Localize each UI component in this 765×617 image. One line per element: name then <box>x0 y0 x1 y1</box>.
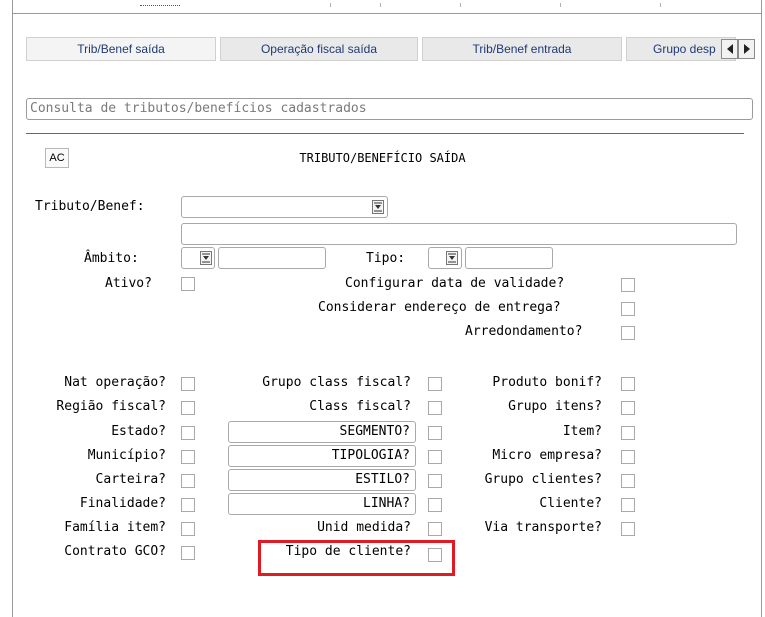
top-tick <box>460 3 461 7</box>
item-checkbox[interactable] <box>621 426 635 440</box>
tributo-select[interactable] <box>181 196 388 218</box>
dropdown-arrow-icon <box>374 202 382 212</box>
cliente-label: Cliente? <box>539 496 602 511</box>
tab-trib-benef-saida[interactable]: Trib/Benef saída <box>26 37 216 61</box>
tipo-description-field[interactable] <box>465 247 553 269</box>
form-title: TRIBUTO/BENEFÍCIO SAÍDA <box>299 151 466 165</box>
ambito-description-field[interactable] <box>218 247 326 269</box>
dropdown-arrow-icon <box>202 253 210 263</box>
ativo-label: Ativo? <box>105 276 152 291</box>
unid-medida-label: Unid medida? <box>317 520 411 535</box>
arredondamento-checkbox[interactable] <box>621 326 635 340</box>
tipologia-field[interactable]: TIPOLOGIA? <box>228 445 416 467</box>
contrato-gco-label: Contrato GCO? <box>64 544 166 559</box>
arredondamento-label: Arredondamento? <box>465 324 583 339</box>
tipo-dropdown-button[interactable] <box>446 251 458 265</box>
dropdown-arrow-icon <box>448 253 456 263</box>
search-input[interactable]: Consulta de tributos/benefícios cadastra… <box>26 98 753 120</box>
tipologia-checkbox[interactable] <box>428 450 442 464</box>
top-tick <box>380 3 381 7</box>
nat-operacao-checkbox[interactable] <box>181 377 195 391</box>
estilo-checkbox[interactable] <box>428 474 442 488</box>
class-fiscal-label: Class fiscal? <box>309 399 411 414</box>
grupo-itens-checkbox[interactable] <box>621 401 635 415</box>
top-divider <box>12 13 762 14</box>
considerar-endereco-label: Considerar endereço de entrega? <box>318 300 561 315</box>
highlight-box <box>258 540 455 576</box>
grupo-class-fiscal-checkbox[interactable] <box>428 377 442 391</box>
tab-trib-benef-entrada[interactable]: Trib/Benef entrada <box>422 37 622 61</box>
carteira-label: Carteira? <box>95 472 166 487</box>
grupo-itens-label: Grupo itens? <box>508 399 602 414</box>
cliente-checkbox[interactable] <box>621 498 635 512</box>
carteira-checkbox[interactable] <box>181 474 195 488</box>
estado-checkbox[interactable] <box>181 426 195 440</box>
tab-scroll-left-button[interactable] <box>721 39 738 59</box>
tributo-description-field[interactable] <box>181 223 737 245</box>
unid-medida-checkbox[interactable] <box>428 522 442 536</box>
tipo-label: Tipo: <box>366 251 406 266</box>
configurar-validade-checkbox[interactable] <box>621 278 635 292</box>
estado-label: Estado? <box>111 424 166 439</box>
top-tick <box>660 3 661 7</box>
top-dotted-line <box>140 5 180 6</box>
grupo-clientes-label: Grupo clientes? <box>484 472 602 487</box>
linha-field[interactable]: LINHA? <box>228 493 416 515</box>
configurar-validade-label: Configurar data de validade? <box>345 276 565 291</box>
ambito-label: Âmbito: <box>84 251 139 266</box>
arrow-right-icon <box>743 44 750 54</box>
considerar-endereco-checkbox[interactable] <box>621 302 635 316</box>
segmento-field[interactable]: SEGMENTO? <box>228 421 416 443</box>
familia-item-checkbox[interactable] <box>181 522 195 536</box>
finalidade-label: Finalidade? <box>79 496 166 511</box>
item-label: Item? <box>562 424 602 439</box>
segmento-checkbox[interactable] <box>428 426 442 440</box>
grupo-clientes-checkbox[interactable] <box>621 474 635 488</box>
via-transporte-checkbox[interactable] <box>621 522 635 536</box>
produto-bonif-checkbox[interactable] <box>621 377 635 391</box>
familia-item-label: Família item? <box>64 520 166 535</box>
top-tick <box>560 3 561 7</box>
class-fiscal-checkbox[interactable] <box>428 401 442 415</box>
estilo-field[interactable]: ESTILO? <box>228 469 416 491</box>
municipio-label: Município? <box>87 448 166 463</box>
micro-empresa-checkbox[interactable] <box>621 450 635 464</box>
municipio-checkbox[interactable] <box>181 450 195 464</box>
contrato-gco-checkbox[interactable] <box>181 546 195 560</box>
produto-bonif-label: Produto bonif? <box>492 375 602 390</box>
top-tick <box>330 3 331 7</box>
grupo-class-fiscal-label: Grupo class fiscal? <box>262 375 411 390</box>
linha-checkbox[interactable] <box>428 498 442 512</box>
tab-grupo-desp[interactable]: Grupo desp <box>626 37 736 61</box>
micro-empresa-label: Micro empresa? <box>492 448 602 463</box>
ativo-checkbox[interactable] <box>181 277 195 291</box>
tributo-dropdown-button[interactable] <box>372 200 384 214</box>
tributo-label: Tributo/Benef: <box>35 199 145 214</box>
tab-scroll-right-button[interactable] <box>738 39 755 59</box>
ambito-dropdown-button[interactable] <box>200 251 212 265</box>
arrow-left-icon <box>726 44 733 54</box>
tab-operacao-fiscal-saida[interactable]: Operação fiscal saída <box>220 37 418 61</box>
finalidade-checkbox[interactable] <box>181 498 195 512</box>
regiao-fiscal-checkbox[interactable] <box>181 401 195 415</box>
regiao-fiscal-label: Região fiscal? <box>56 399 166 414</box>
nat-operacao-label: Nat operação? <box>64 375 166 390</box>
section-separator <box>26 133 744 134</box>
via-transporte-label: Via transporte? <box>484 520 602 535</box>
